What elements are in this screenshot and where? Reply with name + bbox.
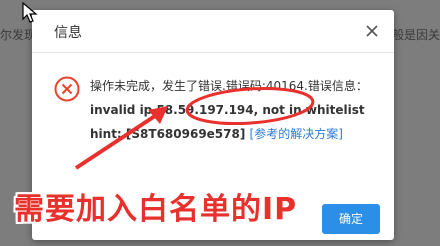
- annotation-text: 需要加入白名单的IP: [14, 192, 298, 227]
- solution-link[interactable]: [参考的解决方案]: [250, 127, 343, 141]
- error-message-prefix: 操作未完成，发生了错误.错误码:40164.错误信息：: [90, 79, 368, 93]
- error-message: 操作未完成，发生了错误.错误码:40164.错误信息：invalid ip 58…: [90, 74, 388, 146]
- background-text-right: 般是因关: [391, 28, 440, 42]
- mouse-cursor-icon: [22, 2, 38, 23]
- close-button[interactable]: [362, 21, 382, 41]
- dialog-header: 信息: [32, 10, 394, 53]
- confirm-button[interactable]: 确定: [322, 204, 380, 234]
- error-icon: [54, 76, 80, 102]
- close-icon: [366, 25, 378, 37]
- dialog-title: 信息: [54, 25, 82, 41]
